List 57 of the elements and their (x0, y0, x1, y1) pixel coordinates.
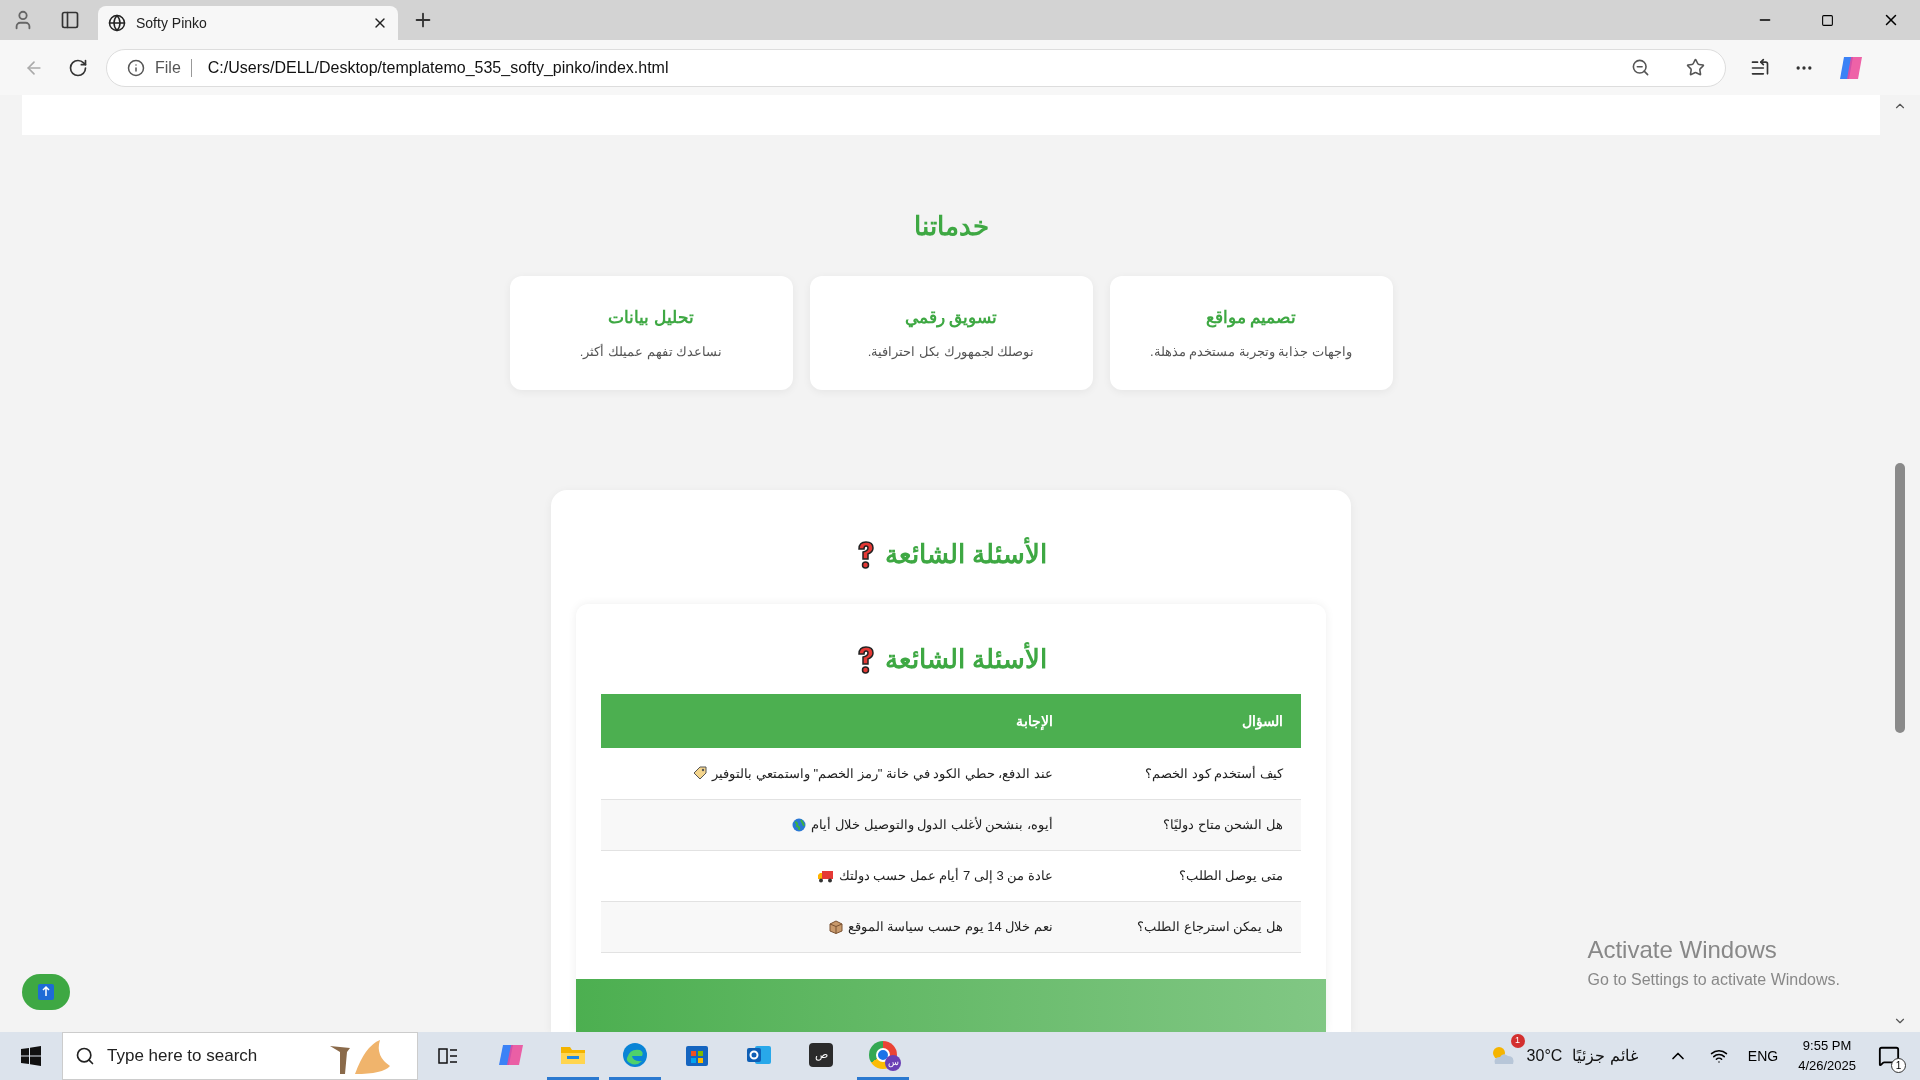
truck-icon (817, 868, 834, 883)
tab-actions-icon[interactable] (60, 10, 80, 30)
globe-icon (792, 817, 807, 832)
reload-icon[interactable] (68, 57, 88, 78)
app-tile: ص (809, 1042, 833, 1067)
question-cell: متى يوصل الطلب؟ (1071, 850, 1301, 901)
answer-text: أيوه، بنشحن لأغلب الدول والتوصيل خلال أيام (811, 815, 1053, 835)
address-bar[interactable]: File C:/Users/DELL/Desktop/templatemo_535_softy_pinko/index.html (106, 48, 1726, 87)
service-text: نساعدك تفهم عميلك أكثر. (579, 343, 723, 362)
copilot-icon[interactable] (1838, 54, 1864, 81)
question-cell: هل يمكن استرجاع الطلب؟ (1071, 901, 1301, 952)
file-label: File (155, 57, 181, 78)
clock[interactable]: 9:55 PM 4/26/2025 (1798, 1036, 1856, 1076)
answer-text: نعم خلال 14 يوم حسب سياسة الموقع (847, 917, 1053, 937)
windows-start-icon[interactable] (21, 1046, 41, 1066)
section-title: خدماتنا (912, 210, 990, 243)
browser-icon (622, 1041, 648, 1068)
search-icon (75, 1046, 95, 1066)
tag-icon (693, 766, 708, 781)
answer-text: عند الدفع، حطي الكود في خانة "رمز الخصم" واستمتعي بالتوفير (712, 764, 1053, 783)
info-icon (127, 58, 145, 77)
back-to-top-button[interactable] (22, 974, 70, 1010)
favorites-icon[interactable] (1750, 57, 1770, 78)
url-text: C:/Users/DELL/Desktop/templatemo_535_softy_pinko/index.html (207, 57, 670, 78)
favorite-icon[interactable] (1686, 58, 1705, 77)
faq-heading: الأسئلة الشائعة (884, 536, 1048, 571)
taskbar-app[interactable]: س (857, 1032, 909, 1080)
column-header: الإجابة (601, 694, 1071, 748)
weather-badge: 1 (1510, 1034, 1525, 1048)
package-icon (828, 919, 843, 934)
column-header: السؤال (1071, 694, 1301, 748)
globe-icon (108, 14, 126, 32)
service-text: واجهات جذابة وتجربة مستخدم مذهلة. (1149, 343, 1353, 362)
faq-heading: الأسئلة الشائعة (884, 641, 1048, 676)
weather-temperature[interactable]: 30°C (1526, 1044, 1563, 1068)
service-text: نوصلك لجمهورك بكل احترافية. (867, 343, 1035, 362)
wifi-icon[interactable] (1709, 1047, 1728, 1065)
notification-count: 1 (1891, 1058, 1906, 1073)
taskbar-search-field[interactable]: Type here to search (62, 1032, 418, 1080)
weather-condition[interactable]: غائم جزئيًا (1572, 1044, 1638, 1068)
service-title: تحليل بيانات (608, 306, 694, 329)
zoom-out-icon[interactable] (1631, 58, 1650, 77)
activation-text: Go to Settings to activate Windows. (1587, 970, 1840, 990)
activation-title: Activate Windows (1587, 935, 1778, 965)
taskbar-app[interactable]: ص (795, 1032, 847, 1080)
restore-icon[interactable] (1821, 13, 1834, 27)
question-cell: كيف أستخدم كود الخصم؟ (1071, 748, 1301, 799)
service-title: تسويق رقمي (904, 306, 998, 330)
language-indicator[interactable]: ENG (1747, 1045, 1779, 1067)
answer-text: عادة من 3 إلى 7 أيام عمل حسب دولتك (838, 866, 1053, 886)
question-cell: هل الشحن متاح دوليًا؟ (1071, 799, 1301, 850)
scrollbar-thumb[interactable] (1895, 463, 1905, 733)
service-title: تصميم مواقع (1205, 306, 1297, 330)
copilot-icon (497, 1042, 525, 1067)
browser-tab[interactable]: Softy Pinko (98, 6, 398, 40)
task-view-icon[interactable] (438, 1046, 458, 1066)
notifications-icon[interactable] (1878, 1045, 1900, 1067)
